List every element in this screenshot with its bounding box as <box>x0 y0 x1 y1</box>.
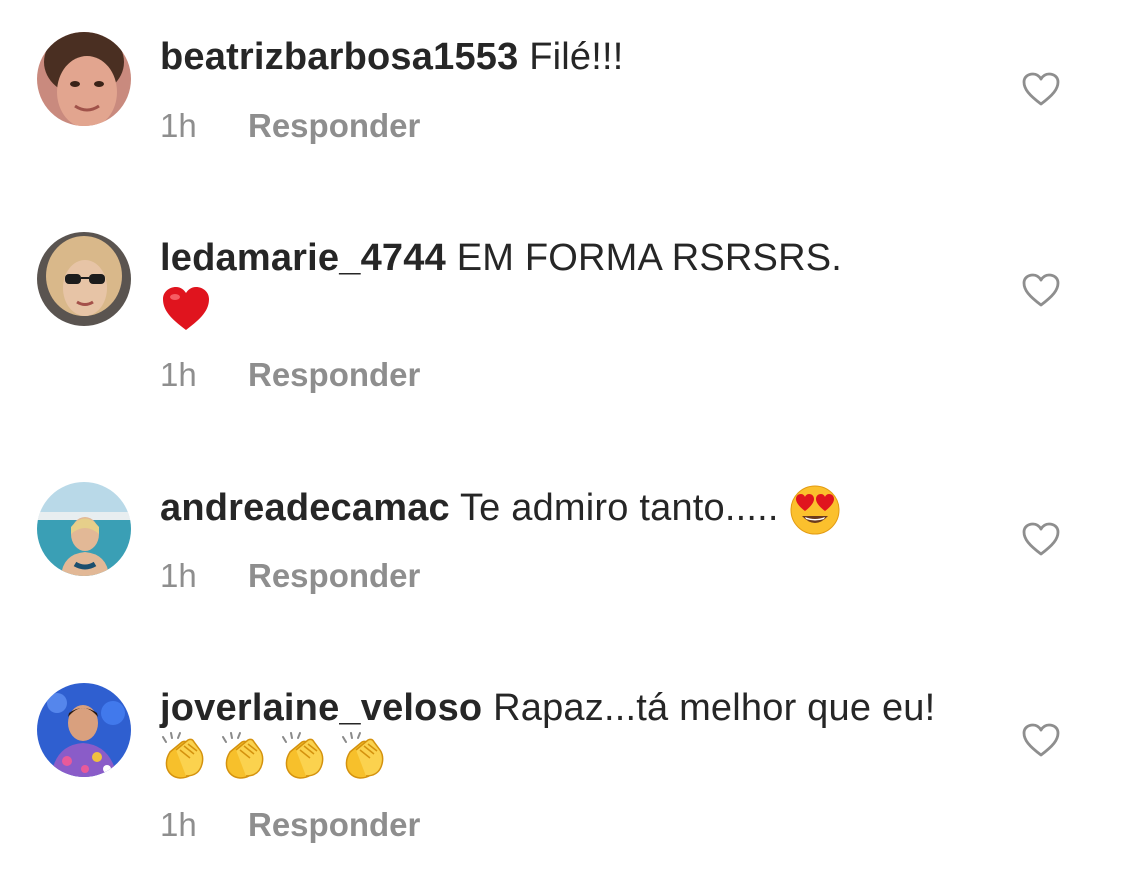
comment-username[interactable]: ledamarie_4744 <box>160 237 446 279</box>
red-heart-emoji <box>160 284 212 332</box>
comment-body: EM FORMA RSRSRS. <box>456 237 843 279</box>
avatar[interactable] <box>37 32 131 126</box>
like-heart-icon[interactable] <box>1021 272 1061 308</box>
avatar[interactable] <box>37 683 131 777</box>
reply-button[interactable]: Responder <box>248 356 420 393</box>
clapping-hands-emoji <box>160 732 392 784</box>
comment-text: ledamarie_4744 EM FORMA RSRSRS. <box>160 234 960 332</box>
comment-timestamp: 1h <box>160 806 197 843</box>
comment-username[interactable]: beatrizbarbosa1553 <box>160 36 518 78</box>
comment-body: Filé!!! <box>529 36 624 78</box>
avatar[interactable] <box>37 232 131 326</box>
reply-button[interactable]: Responder <box>248 107 420 144</box>
comment-meta: 1h Responder <box>160 557 420 595</box>
avatar[interactable] <box>37 482 131 576</box>
comment-timestamp: 1h <box>160 557 197 594</box>
comment-timestamp: 1h <box>160 107 197 144</box>
reply-button[interactable]: Responder <box>248 557 420 594</box>
heart-eyes-emoji <box>789 484 841 536</box>
like-heart-icon[interactable] <box>1021 71 1061 107</box>
comment-meta: 1h Responder <box>160 356 420 394</box>
reply-button[interactable]: Responder <box>248 806 420 843</box>
comment-text: joverlaine_veloso Rapaz...tá melhor que … <box>160 684 960 784</box>
comment-meta: 1h Responder <box>160 806 420 844</box>
like-heart-icon[interactable] <box>1021 722 1061 758</box>
comment-text: beatrizbarbosa1553 Filé!!! <box>160 33 960 81</box>
like-heart-icon[interactable] <box>1021 521 1061 557</box>
comment-username[interactable]: andreadecamac <box>160 487 450 529</box>
comment-body: Te admiro tanto..... <box>459 487 779 530</box>
comment-username[interactable]: joverlaine_veloso <box>160 687 482 729</box>
comment-body: Rapaz...tá melhor que eu! <box>493 687 936 729</box>
comment-text: andreadecamac Te admiro tanto..... <box>160 484 960 536</box>
comment-meta: 1h Responder <box>160 107 420 145</box>
comment-timestamp: 1h <box>160 356 197 393</box>
